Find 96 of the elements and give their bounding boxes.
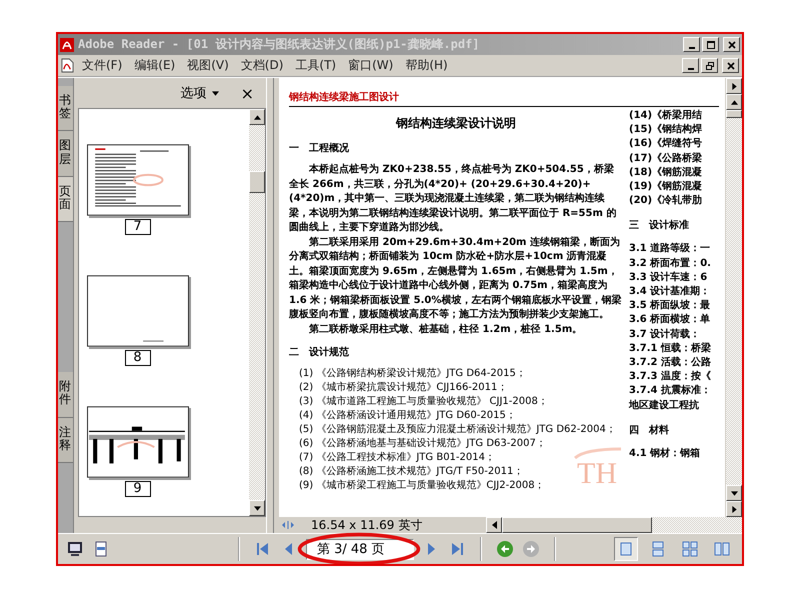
- logo-arc-drawing: [573, 447, 623, 459]
- list-item: (6) 《公路桥涵地基与基础设计规范》JTG D63-2007；: [298, 437, 546, 451]
- back-icon[interactable]: [496, 540, 514, 558]
- list-item: 3.7.1 恒载：桥梁: [629, 342, 712, 356]
- list-item: (18)《钢筋混凝: [629, 166, 704, 180]
- document-icon[interactable]: [61, 58, 74, 73]
- thumbnail-drawing[interactable]: [86, 406, 188, 478]
- close-icon: [726, 40, 736, 50]
- paragraph: 第二联采用采用 20m+29.6m+30.4m+20m 连续钢箱梁，断面为分离式双箱结构；桥面铺装为 10cm 防水砼+防水层+10cm 沥青混凝土。箱梁顶面宽度为 9.65m，左侧悬臂为 1.65m，右侧悬臂为 1.5m，箱梁构造中心线位于设计道路中心线外侧，距离为 0.75m，箱梁高度为 1.6 米；钢箱梁桥面板设置 5.0%横坡，左右两个钢箱底板水平设置，钢梁腹板竖向布置，腹板随横坡高度不等；施工方法为预制拼装少支架施工。: [289, 236, 622, 322]
- list-item: 3.7 设计荷载：: [629, 328, 702, 342]
- page-number-label: 7: [124, 219, 150, 235]
- close-button[interactable]: [722, 58, 739, 73]
- document-title: 钢结构连续梁设计说明: [394, 115, 517, 132]
- list-item: 3.7.4 抗震标准：: [629, 384, 712, 398]
- maximize-button[interactable]: [702, 37, 719, 52]
- restore-button[interactable]: [701, 58, 718, 73]
- menu-item[interactable]: 窗口(W): [348, 57, 394, 74]
- section-heading: 三 设计标准: [629, 218, 690, 232]
- logo-text: TH: [577, 459, 617, 489]
- list-item: 地区建设工程抗: [629, 398, 700, 413]
- panel-splitter[interactable]: [266, 78, 274, 533]
- caret-icon: [212, 90, 219, 96]
- page-number-label: 8: [124, 350, 150, 366]
- section-heading: 一 工程概况: [289, 142, 350, 155]
- close-button[interactable]: [723, 37, 740, 52]
- list-item: (5) 《公路钢筋混凝土及预应力混凝土桥涵设计规范》JTG D62-2004；: [298, 423, 616, 437]
- list-item: (15)《钢结构焊: [629, 123, 704, 138]
- list-item: 3.5 桥面纵坡：最: [629, 299, 712, 314]
- up-arrow-icon[interactable]: [730, 98, 738, 106]
- list-item: 3.7.3 温度：按《: [629, 370, 712, 384]
- app-logo-icon: [60, 38, 74, 52]
- paragraph: 本桥起点桩号为 ZK0+238.55，终点桩号为 ZK0+504.55，桥梁全长 266m，共三联，分孔为(4*20)+ (20+29.6+30.4+20)+(4*20)m，其中第一、三联为现浇混凝土连续梁，第二联为钢结构连续梁，本说明为第二联钢结构连续梁设计说明。第二联平面位于 R=55m 的圆曲线上，主要下穿道路为邯沙线。: [289, 163, 618, 235]
- left-arrow-icon[interactable]: [492, 521, 496, 529]
- minimize-icon: [688, 68, 694, 70]
- monitor-icon[interactable]: [66, 540, 84, 558]
- minimize-button[interactable]: [682, 58, 699, 73]
- options-menu[interactable]: 选项: [180, 84, 219, 102]
- page-number-field[interactable]: 第 3/ 48 页: [306, 538, 414, 560]
- thumbnail-drawing[interactable]: [86, 275, 188, 347]
- layout-button[interactable]: [614, 537, 638, 561]
- menu-item[interactable]: 帮助(H): [405, 57, 448, 74]
- minimize-icon: [688, 46, 694, 48]
- list-item: (17)《公路桥梁: [629, 152, 704, 166]
- restore-icon: [704, 60, 714, 70]
- page-size-label: 16.54 x 11.69 英寸: [310, 516, 424, 534]
- list-item: (2) 《城市桥梁抗震设计规范》CJJ166-2011；: [298, 381, 508, 395]
- right-arrow-icon[interactable]: [730, 82, 738, 90]
- page-number-label: 9: [124, 481, 150, 497]
- close-icon: [726, 60, 736, 70]
- side-tab[interactable]: 页面: [58, 176, 73, 222]
- up-arrow-icon[interactable]: [254, 114, 260, 120]
- menu-item[interactable]: 工具(T): [295, 57, 336, 74]
- list-item: 3.4 设计基准期：: [629, 285, 712, 300]
- scrollbar[interactable]: [249, 109, 265, 516]
- side-tab[interactable]: 书签: [58, 86, 73, 132]
- list-item: 3.1 道路等级：一: [629, 242, 712, 256]
- paragraph: 第二联桥墩采用柱式墩、桩基础，柱径 1.2m，桩径 1.5m。: [308, 322, 584, 336]
- list-item: 3.3 设计车速：6: [629, 270, 708, 285]
- right-arrow-icon[interactable]: [730, 506, 738, 512]
- menu-item[interactable]: 编辑(E): [134, 57, 176, 74]
- list-item: 3.7.2 活载：公路: [629, 356, 712, 370]
- list-item: 3.6 桥面横坡：单: [629, 313, 712, 328]
- list-item: (16)《焊缝符号: [629, 137, 704, 152]
- menu-item[interactable]: 文档(D): [240, 57, 284, 74]
- down-arrow-icon[interactable]: [730, 490, 738, 496]
- list-item: (20)《冷轧带肋: [629, 194, 704, 208]
- side-tab[interactable]: 图层: [58, 131, 73, 177]
- scroll-thumb[interactable]: [726, 110, 742, 118]
- list-item: 4.1 钢材：钢箱: [629, 446, 702, 461]
- list-item: (14)《桥梁用结: [629, 109, 704, 123]
- list-item: (7) 《公路工程技术标准》JTG B01-2014；: [298, 451, 495, 465]
- list-item: (1) 《公路钢结构桥梁设计规范》JTG D64-2015；: [298, 367, 526, 381]
- minimize-button[interactable]: [683, 37, 700, 52]
- window-title: Adobe Reader - [01 设计内容与图纸表达讲义(图纸)p1-龚晓峰.pdf]: [78, 36, 481, 53]
- menu-item[interactable]: 文件(F): [82, 57, 122, 74]
- list-item: (9) 《城市桥梁工程施工与质量验收规范》CJJ2-2008；: [298, 479, 545, 493]
- page-layout-icon: [681, 540, 699, 558]
- maximize-icon: [706, 40, 716, 50]
- list-item: (4) 《公路桥涵设计通用规范》JTG D60-2015；: [298, 409, 516, 423]
- menu-item[interactable]: 视图(V): [187, 57, 229, 74]
- list-item: (3) 《城市道路工程施工与质量验收规范》 CJJ1-2008；: [298, 395, 548, 409]
- side-tab[interactable]: 附件: [58, 372, 73, 418]
- scrollbar[interactable]: [725, 78, 742, 517]
- close-panel-button[interactable]: ×: [240, 84, 254, 102]
- scroll-thumb[interactable]: [249, 171, 265, 193]
- down-arrow-icon[interactable]: [254, 504, 260, 512]
- list-item: (8) 《公路桥涵施工技术规范》JTG/T F50-2011；: [298, 465, 524, 479]
- list-item: (19)《钢筋混凝: [629, 180, 704, 194]
- scrollbar[interactable]: [486, 517, 742, 533]
- section-heading: 二 设计规范: [289, 346, 350, 359]
- section-heading: 四 材料: [629, 424, 670, 437]
- thumbnail-drawing[interactable]: [86, 144, 188, 216]
- page-header: 钢结构连续梁施工图设计: [289, 90, 719, 107]
- side-tab[interactable]: 注释: [58, 418, 73, 463]
- list-item: 3.2 桥面布置：0.: [629, 256, 712, 271]
- page-layout-icon: [713, 540, 731, 558]
